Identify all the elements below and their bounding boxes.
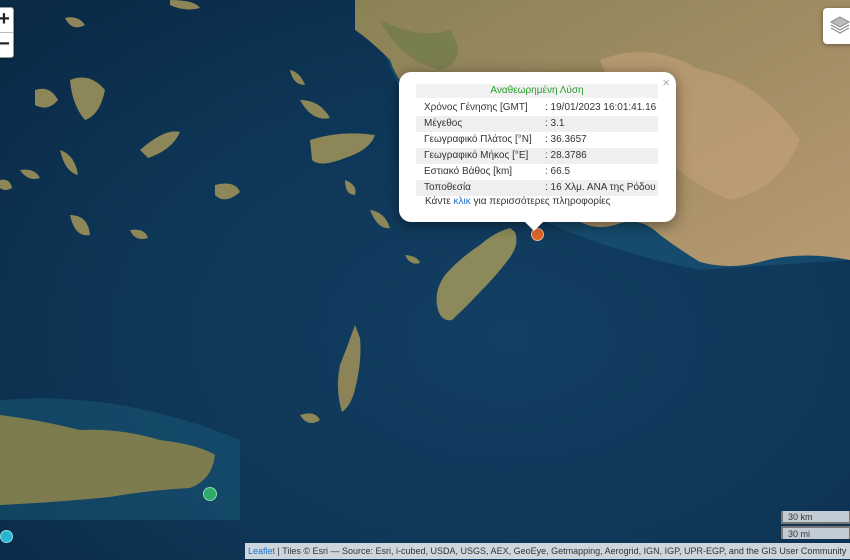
zoom-control: + − [0,7,14,58]
row-label: Τοποθεσία [424,182,471,193]
zoom-out-button[interactable]: − [0,33,13,57]
map-attribution: Leaflet | Tiles © Esri — Source: Esri, i… [245,543,850,559]
row-label: Εστιακό Βάθος [km] [424,166,513,177]
latitude-row: Γεωγραφικό Πλάτος [°N] : 36.3657 [416,132,658,148]
earthquake-marker[interactable] [0,530,13,543]
depth-row: Εστιακό Βάθος [km] : 66.5 [416,164,658,180]
more-info-prefix: Κάντε [425,196,454,207]
popup-close-button[interactable]: × [662,75,670,90]
more-info-suffix: για περισσότερες πληροφορίες [470,196,611,207]
leaflet-link[interactable]: Leaflet [248,546,275,556]
earthquake-popup: × Αναθεωρημένη Λύση Χρόνος Γένησης [GMT]… [399,72,676,231]
scale-km: 30 km [781,511,850,524]
longitude-row: Γεωγραφικό Μήκος [°E] : 28.3786 [416,148,658,164]
earthquake-marker[interactable] [203,487,217,501]
magnitude-row: Μέγεθος : 3.1 [416,116,658,132]
zoom-in-button[interactable]: + [0,8,13,33]
row-label: Χρόνος Γένησης [GMT] [424,102,528,113]
layers-button[interactable] [823,8,850,44]
row-label: Γεωγραφικό Πλάτος [°N] [424,134,532,145]
scale-mi: 30 mi [781,526,850,539]
more-info-text: Κάντε κλικ για περισσότερες πληροφορίες [425,196,610,207]
row-value: : 66.5 [545,166,571,177]
row-value: : 3.1 [545,118,565,129]
row-label: Γεωγραφικό Μήκος [°E] [424,150,529,161]
popup-title: Αναθεωρημένη Λύση [416,84,658,98]
row-value: : 16 Χλμ. ΑΝΑ της Ρόδου [545,182,656,193]
row-value: : 28.3786 [545,150,587,161]
origin-time-row: Χρόνος Γένησης [GMT] : 19/01/2023 16:01:… [416,100,658,116]
more-info-link[interactable]: κλικ [454,196,471,207]
attribution-text: | Tiles © Esri — Source: Esri, i-cubed, … [275,546,847,556]
row-label: Μέγεθος [424,118,463,129]
popup-tip [524,221,544,231]
layers-icon [829,16,850,34]
row-value: : 19/01/2023 16:01:41.16 [545,102,657,113]
row-value: : 36.3657 [545,134,587,145]
location-row: Τοποθεσία : 16 Χλμ. ΑΝΑ της Ρόδου [416,180,658,196]
